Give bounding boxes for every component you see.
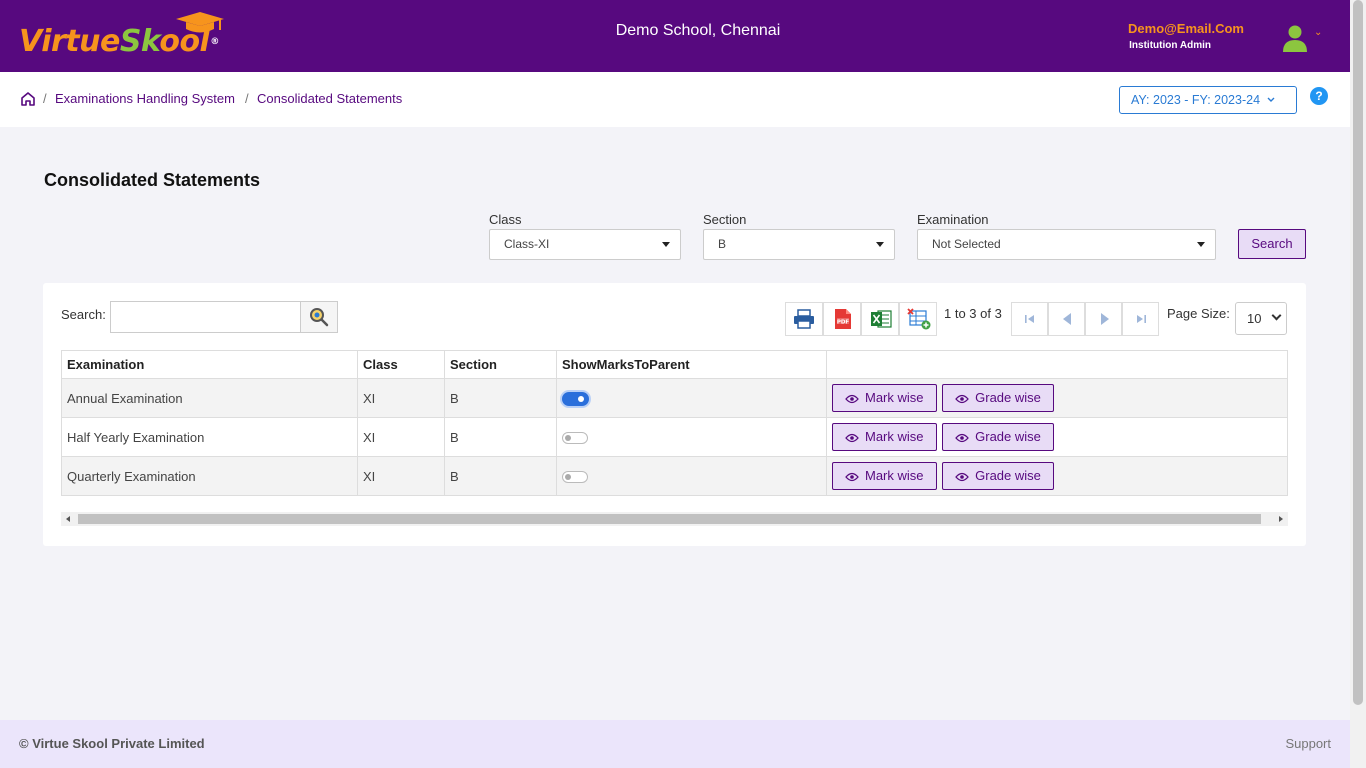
column-header — [826, 350, 1288, 379]
eye-icon — [955, 394, 969, 404]
table-horizontal-scrollbar[interactable] — [61, 512, 1288, 526]
user-avatar-icon[interactable] — [1282, 24, 1308, 52]
grid-search-label: Search: — [61, 307, 106, 322]
grade-wise-button[interactable]: Grade wise — [942, 423, 1054, 451]
mark-wise-button[interactable]: Mark wise — [832, 423, 937, 451]
class-cell: XI — [357, 456, 445, 496]
consolidated-statements-table: Examination Class Section ShowMarksToPar… — [61, 350, 1288, 496]
section-cell: B — [444, 456, 557, 496]
page-size-select[interactable]: 10 — [1235, 302, 1287, 335]
examination-select[interactable]: Not Selected — [917, 229, 1216, 260]
breadcrumb-consolidated-statements[interactable]: Consolidated Statements — [257, 91, 402, 106]
show-marks-toggle[interactable] — [562, 391, 589, 406]
mark-wise-button[interactable]: Mark wise — [832, 384, 937, 412]
user-email[interactable]: Demo@Email.Com — [1128, 21, 1244, 36]
prev-page-button[interactable] — [1048, 302, 1085, 336]
export-pdf-button[interactable]: PDF — [823, 302, 861, 336]
printer-icon — [794, 309, 814, 329]
page-title: Consolidated Statements — [44, 170, 261, 190]
section-select[interactable]: B — [703, 229, 895, 260]
help-icon[interactable]: ? — [1310, 87, 1328, 105]
class-select[interactable]: Class-XI — [489, 229, 681, 260]
table-row: Half Yearly Examination XI B Mark wise G… — [61, 417, 1288, 457]
section-cell: B — [444, 378, 557, 418]
chevron-down-icon — [1267, 97, 1275, 102]
caret-down-icon — [1197, 242, 1205, 247]
results-card: Search: PDF 1 to 3 of 3 Page Size: 10 Ex… — [43, 283, 1306, 546]
table-columns-icon — [907, 308, 931, 330]
eye-icon — [955, 433, 969, 443]
scrollbar-thumb[interactable] — [78, 514, 1261, 524]
class-cell: XI — [357, 378, 445, 418]
copyright-text: © Virtue Skool Private Limited — [19, 736, 205, 751]
eye-icon — [845, 433, 859, 443]
show-marks-cell — [556, 456, 827, 496]
pdf-icon: PDF — [835, 309, 851, 329]
column-header[interactable]: ShowMarksToParent — [556, 350, 827, 379]
search-icon — [310, 308, 329, 327]
show-marks-toggle[interactable] — [562, 471, 588, 484]
caret-down-icon — [876, 242, 884, 247]
page-scrollbar[interactable] — [1350, 0, 1366, 768]
pager-summary: 1 to 3 of 3 — [944, 306, 1002, 321]
support-link[interactable]: Support — [1285, 736, 1331, 751]
chevron-down-icon — [1271, 310, 1282, 321]
top-header: VirtueSkool® Demo School, Chennai Demo@E… — [0, 0, 1350, 72]
print-button[interactable] — [785, 302, 823, 336]
breadcrumb-examinations[interactable]: Examinations Handling System — [55, 91, 235, 106]
show-marks-toggle[interactable] — [562, 432, 588, 445]
breadcrumb-separator: / — [245, 91, 249, 106]
section-cell: B — [444, 417, 557, 457]
show-marks-cell — [556, 417, 827, 457]
prev-page-icon — [1063, 313, 1071, 325]
user-role: Institution Admin — [1129, 40, 1211, 51]
table-header-row: Examination Class Section ShowMarksToPar… — [61, 350, 1288, 379]
examination-cell: Annual Examination — [61, 378, 358, 418]
section-label: Section — [703, 212, 747, 227]
caret-down-icon — [662, 242, 670, 247]
table-row: Annual Examination XI B Mark wise Grade … — [61, 378, 1288, 418]
column-header[interactable]: Section — [444, 350, 557, 379]
grade-wise-button[interactable]: Grade wise — [942, 384, 1054, 412]
footer: © Virtue Skool Private Limited Support — [0, 720, 1350, 768]
first-page-button[interactable] — [1011, 302, 1048, 336]
scroll-left-icon[interactable] — [66, 516, 70, 522]
mark-wise-button[interactable]: Mark wise — [832, 462, 937, 490]
column-header[interactable]: Examination — [61, 350, 358, 379]
chevron-down-icon[interactable]: ⌄ — [1314, 27, 1322, 38]
show-marks-cell — [556, 378, 827, 418]
scroll-right-icon[interactable] — [1279, 516, 1283, 522]
last-page-icon — [1137, 315, 1146, 323]
search-button[interactable]: Search — [1238, 229, 1306, 259]
class-label: Class — [489, 212, 522, 227]
grade-wise-button[interactable]: Grade wise — [942, 462, 1054, 490]
academic-year-select[interactable]: AY: 2023 - FY: 2023-24 — [1119, 86, 1297, 114]
actions-cell: Mark wise Grade wise — [826, 456, 1288, 496]
column-settings-button[interactable] — [899, 302, 937, 336]
examination-cell: Quarterly Examination — [61, 456, 358, 496]
column-header[interactable]: Class — [357, 350, 445, 379]
home-icon[interactable] — [20, 91, 36, 107]
examination-cell: Half Yearly Examination — [61, 417, 358, 457]
page-size-label: Page Size: — [1167, 306, 1230, 321]
actions-cell: Mark wise Grade wise — [826, 378, 1288, 418]
actions-cell: Mark wise Grade wise — [826, 417, 1288, 457]
examination-label: Examination — [917, 212, 989, 227]
last-page-button[interactable] — [1122, 302, 1159, 336]
eye-icon — [955, 472, 969, 482]
grid-search-input[interactable] — [110, 301, 301, 333]
table-row: Quarterly Examination XI B Mark wise Gra… — [61, 456, 1288, 496]
next-page-button[interactable] — [1085, 302, 1122, 336]
excel-icon — [871, 310, 892, 328]
export-excel-button[interactable] — [861, 302, 899, 336]
eye-icon — [845, 394, 859, 404]
class-cell: XI — [357, 417, 445, 457]
next-page-icon — [1101, 313, 1109, 325]
breadcrumb-separator: / — [43, 91, 47, 106]
svg-text:PDF: PDF — [837, 320, 850, 326]
breadcrumb: / Examinations Handling System / Consoli… — [0, 72, 1350, 127]
grid-search-button[interactable] — [300, 301, 338, 333]
eye-icon — [845, 472, 859, 482]
first-page-icon — [1025, 315, 1034, 323]
